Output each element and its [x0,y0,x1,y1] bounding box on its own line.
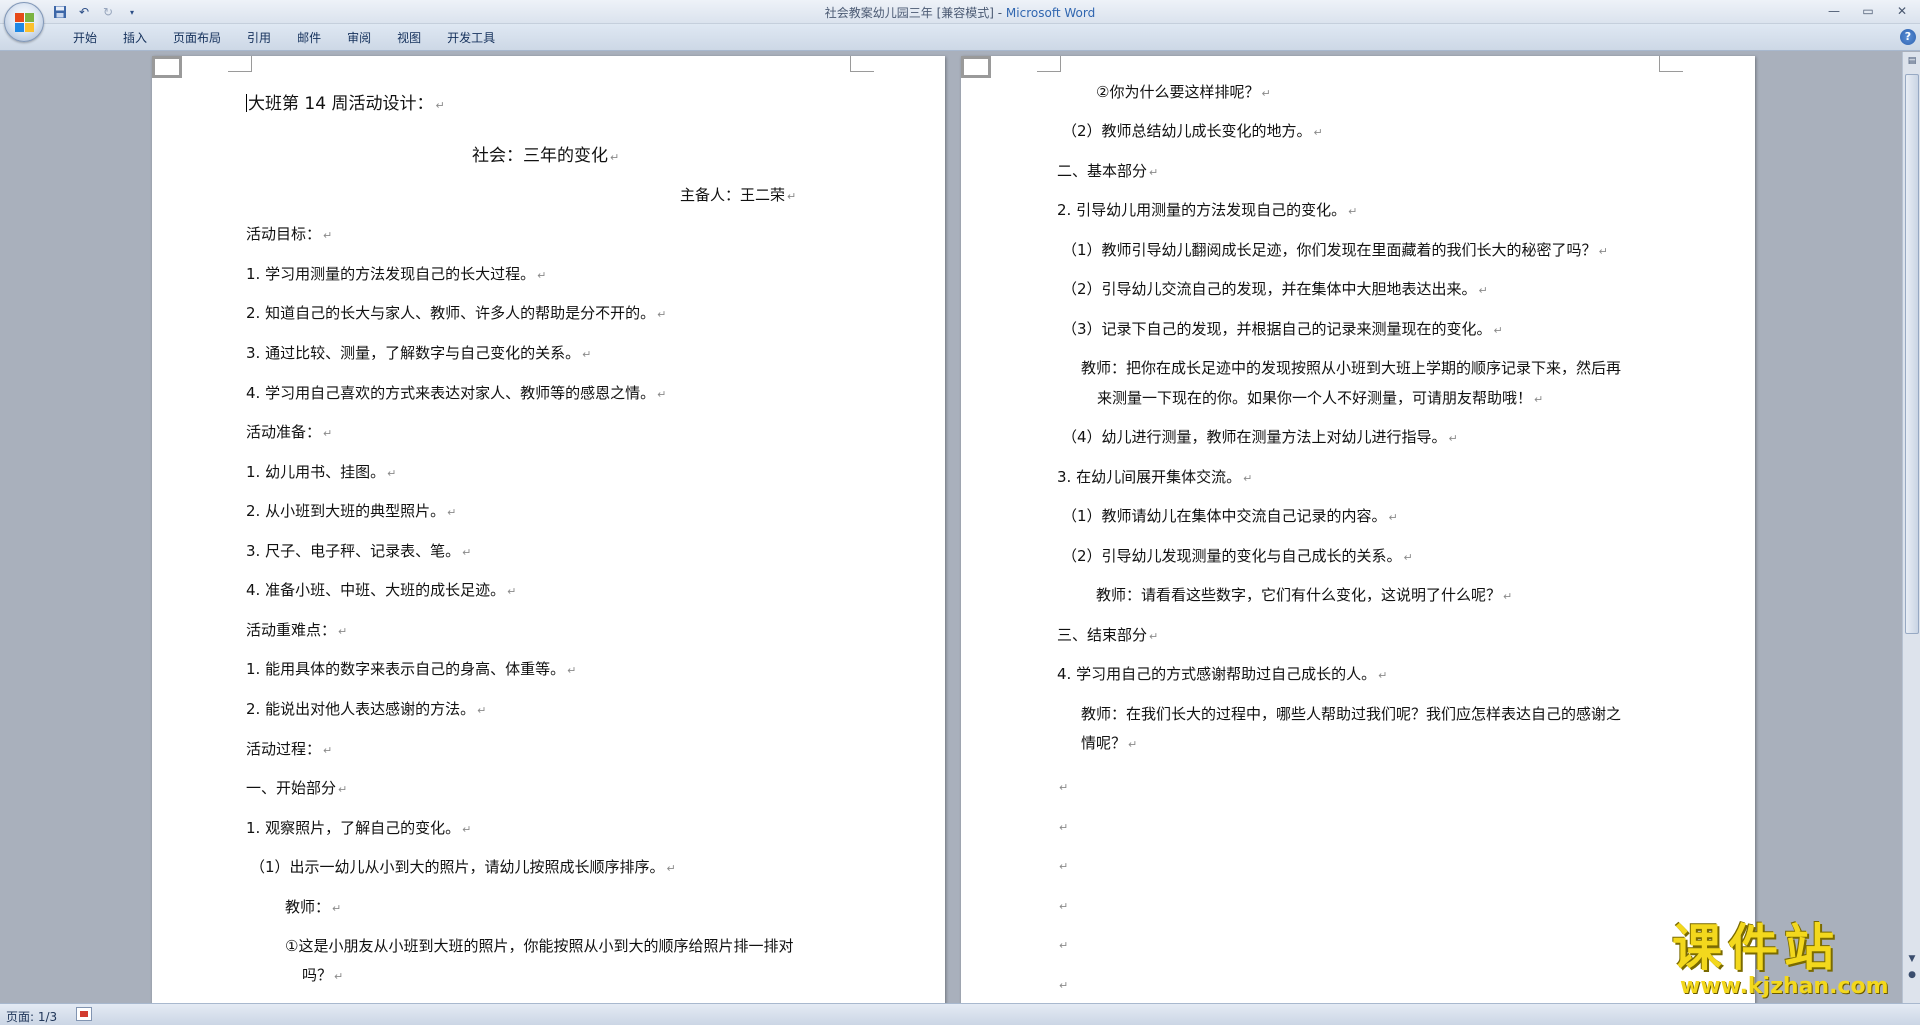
left-line: ①这是小朋友从小班到大班的照片，你能按照从小到大的顺序给照片排一排对 [285,937,794,955]
ribbon-tabs: 开始 插入 页面布局 引用 邮件 审阅 视图 开发工具 [60,29,508,47]
ruler-toggle-icon[interactable]: ▤ [1905,54,1919,68]
margin-corner [850,56,874,72]
left-line: 4. 学习用自己喜欢的方式来表达对家人、教师等的感恩之情。 ↵ [246,384,667,402]
left-line: 活动过程： ↵ [246,740,333,758]
help-icon[interactable]: ? [1900,29,1916,45]
right-line: 4. 学习用自己的方式感谢帮助过自己成长的人。 ↵ [1057,665,1388,683]
tab-review[interactable]: 审阅 [334,29,384,47]
right-line: （2）引导幼儿发现测量的变化与自己成长的关系。 ↵ [1062,547,1413,565]
close-icon[interactable]: ✕ [1892,2,1912,20]
right-line: （3）记录下自己的发现，并根据自己的记录来测量现在的变化。 ↵ [1062,320,1503,338]
left-line: 2. 能说出对他人表达感谢的方法。 ↵ [246,700,487,718]
left-line: 1. 幼儿用书、挂图。 ↵ [246,463,397,481]
right-line: 教师：在我们长大的过程中，哪些人帮助过我们呢？我们应怎样表达自己的感谢之 [1081,705,1622,723]
empty-paragraph-mark-icon: ↵ [1059,939,1069,952]
empty-paragraph-mark-icon: ↵ [1059,821,1069,834]
browse-object-icon[interactable]: ● [1905,968,1919,982]
doc-title: 大班第 14 周活动设计： ↵ [246,94,445,114]
right-line: （1）教师引导幼儿翻阅成长足迹，你们发现在里面藏着的我们长大的秘密了吗？ ↵ [1062,241,1608,259]
left-line: 2. 知道自己的长大与家人、教师、许多人的帮助是分不开的。 ↵ [246,304,667,322]
watermark-logo: 课件站 www.kjzhan.com [1668,920,1902,1002]
margin-corner [228,56,252,72]
right-line: 来测量一下现在的你。如果你一个人不好测量，可请朋友帮助哦！ ↵ [1097,389,1544,407]
title-bar: ↶ ↻ ▾ 社会教案幼儿园三年 [兼容模式] - Microsoft Word … [0,0,1920,24]
right-line: 二、基本部分 ↵ [1057,162,1159,180]
empty-paragraph-mark-icon: ↵ [1059,900,1069,913]
right-line: 教师：把你在成长足迹中的发现按照从小班到大班上学期的顺序记录下来，然后再 [1081,359,1622,377]
page-left[interactable]: 大班第 14 周活动设计： ↵ 社会：三年的变化 ↵ 主备人：王二荣 ↵ 活动目标： ↵… [152,56,945,1003]
office-button[interactable] [4,2,44,42]
left-line: 3. 尺子、电子秤、记录表、笔。 ↵ [246,542,472,560]
tab-references[interactable]: 引用 [234,29,284,47]
right-line: 情呢？ ↵ [1081,734,1138,752]
scrollbar-thumb[interactable] [1905,74,1919,634]
left-line: 活动目标： ↵ [246,225,333,243]
right-line: 教师：请看看这些数字，它们有什么变化，这说明了什么呢？ ↵ [1096,586,1513,604]
empty-paragraph-mark-icon: ↵ [1059,860,1069,873]
right-line: （4）幼儿进行测量，教师在测量方法上对幼儿进行指导。 ↵ [1062,428,1458,446]
document-title: 社会教案幼儿园三年 [兼容模式] - [824,6,1006,20]
left-line: 1. 能用具体的数字来表示自己的身高、体重等。 ↵ [246,660,577,678]
text-caret [246,94,247,112]
ribbon: 开始 插入 页面布局 引用 邮件 审阅 视图 开发工具 ? [0,24,1920,51]
margin-corner [1037,56,1061,72]
left-line: 1. 观察照片，了解自己的变化。 ↵ [246,819,472,837]
window-title: 社会教案幼儿园三年 [兼容模式] - Microsoft Word [0,4,1920,21]
empty-paragraph-mark-icon: ↵ [1059,781,1069,794]
left-line: 2. 从小班到大班的典型照片。 ↵ [246,502,457,520]
paragraph-mark-icon: ↵ [435,99,445,112]
tab-insert[interactable]: 插入 [110,29,160,47]
empty-paragraph-mark-icon: ↵ [1059,979,1069,992]
vertical-scrollbar[interactable]: ▤ ▼ ● [1902,52,1920,1003]
left-line: 活动重难点： ↵ [246,621,348,639]
right-line: ②你为什么要这样排呢？ ↵ [1096,83,1271,101]
left-line: 吗？ ↵ [302,966,344,984]
tab-home[interactable]: 开始 [60,29,110,47]
paragraph-mark-icon: ↵ [610,151,620,164]
doc-subtitle: 社会：三年的变化 ↵ [472,146,620,166]
scroll-down-icon[interactable]: ▼ [1905,952,1919,966]
proofing-icon[interactable] [76,1007,92,1021]
tab-page-layout[interactable]: 页面布局 [160,29,234,47]
watermark-text: 课件站 [1672,919,1840,977]
page-right[interactable]: ②你为什么要这样排呢？ ↵ （2）教师总结幼儿成长变化的地方。 ↵ 二、基本部分 ↵ … [961,56,1755,1003]
tab-developer[interactable]: 开发工具 [434,29,508,47]
margin-corner [1659,56,1683,72]
maximize-icon[interactable]: ▭ [1858,2,1878,20]
tab-mailings[interactable]: 邮件 [284,29,334,47]
status-bar: 页面: 1/3 [0,1003,1920,1025]
left-line: 一、开始部分 ↵ [246,779,348,797]
app-name: Microsoft Word [1005,6,1096,20]
right-line: （1）教师请幼儿在集体中交流自己记录的内容。 ↵ [1062,507,1398,525]
tab-view[interactable]: 视图 [384,29,434,47]
right-line: （2）教师总结幼儿成长变化的地方。 ↵ [1062,122,1323,140]
right-line: 2. 引导幼儿用测量的方法发现自己的变化。 ↵ [1057,201,1358,219]
left-line: 3. 通过比较、测量，了解数字与自己变化的关系。 ↵ [246,344,592,362]
right-line: 三、结束部分 ↵ [1057,626,1159,644]
page-count[interactable]: 页面: 1/3 [6,1008,57,1025]
watermark-url: www.kjzhan.com [1680,974,1889,999]
doc-author: 主备人：王二荣 ↵ [680,186,797,204]
window-controls: — ▭ ✕ [1824,2,1912,20]
right-line: 3. 在幼儿间展开集体交流。 ↵ [1057,468,1253,486]
left-line: 活动准备： ↵ [246,423,333,441]
minimize-icon[interactable]: — [1824,2,1844,20]
left-line: （1）出示一幼儿从小到大的照片，请幼儿按照成长顺序排序。 ↵ [250,858,676,876]
left-line: 4. 准备小班、中班、大班的成长足迹。 ↵ [246,581,517,599]
paragraph-mark-icon: ↵ [787,190,797,203]
right-line: （2）引导幼儿交流自己的发现，并在集体中大胆地表达出来。 ↵ [1062,280,1488,298]
document-area[interactable]: 大班第 14 周活动设计： ↵ 社会：三年的变化 ↵ 主备人：王二荣 ↵ 活动目标： ↵… [0,52,1902,1003]
office-logo-icon [15,13,35,33]
left-line: 教师： ↵ [285,898,342,916]
left-line: 1. 学习用测量的方法发现自己的长大过程。 ↵ [246,265,547,283]
